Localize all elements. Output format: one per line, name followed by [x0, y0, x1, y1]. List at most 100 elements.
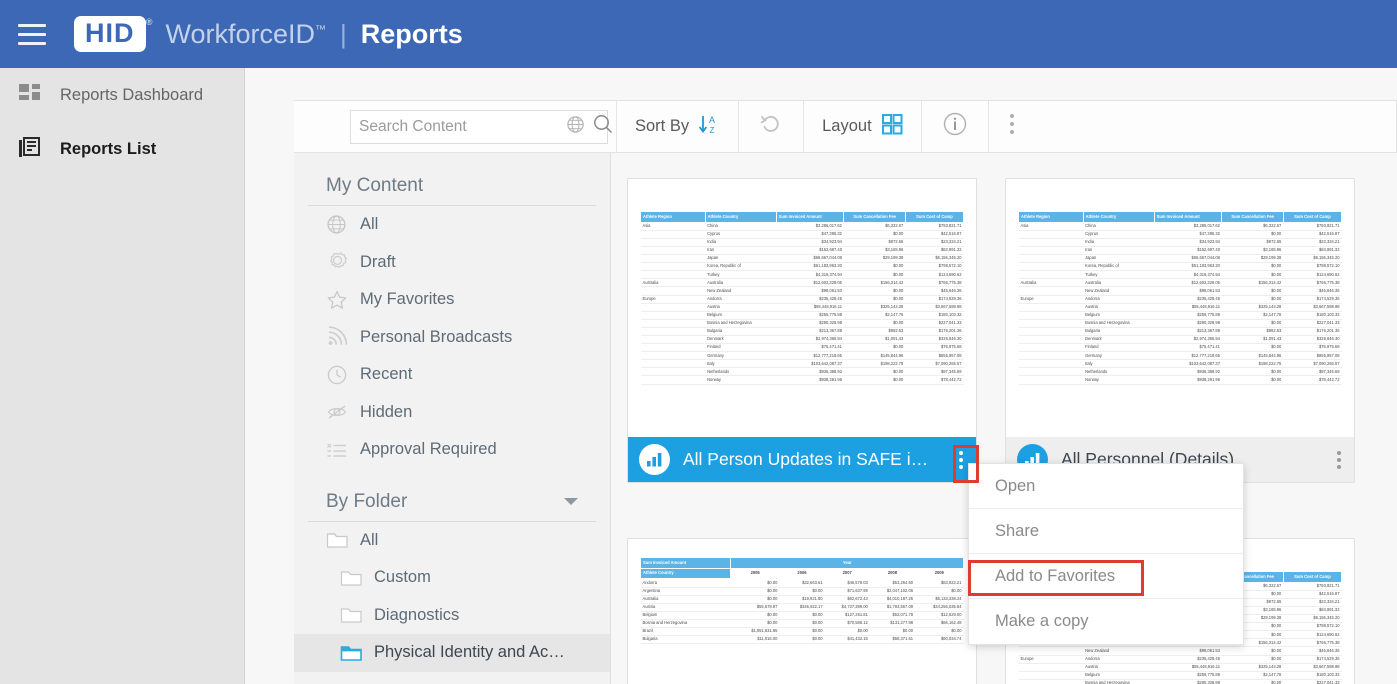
report-card[interactable]: Athlete Region Athlete Country Sum Invoi…: [627, 178, 977, 483]
report-card-kebab-icon[interactable]: [1324, 437, 1354, 482]
table-cell: $0.00: [1221, 295, 1284, 304]
table-cell: $2,147.76: [1221, 311, 1284, 320]
info-button[interactable]: [920, 101, 988, 152]
by-folder-header[interactable]: By Folder: [308, 491, 596, 522]
content-nav-label: Draft: [360, 252, 396, 271]
table-cell: [1018, 246, 1084, 256]
table-cell: $0.00: [730, 578, 780, 588]
context-menu-item-share[interactable]: Share: [969, 509, 1243, 554]
thumbnail-table-body: AsiaChina$3,286,017.62$6,322.67$793,821.…: [640, 222, 964, 385]
table-cell: $76,975.68: [905, 343, 964, 353]
table-row: Belgium $256,775.88 $2,147.76 $180,103.32: [1018, 671, 1342, 680]
context-menu-label: Open: [995, 476, 1036, 495]
table-row: New Zealand $98,061.53 $0.00 $45,646.36: [1018, 286, 1342, 296]
list-icon: [18, 137, 52, 161]
table-cell: Bosnia and Herzegovina: [1083, 319, 1155, 328]
table-cell: $0.00: [779, 619, 825, 628]
reports-page: HID ® WorkforceID™ | Reports Reports Das…: [0, 0, 1397, 684]
table-cell: [640, 335, 706, 345]
sidebar-item-reports-dashboard[interactable]: Reports Dashboard: [0, 68, 244, 122]
sort-by-button[interactable]: Sort By A Z: [616, 101, 738, 152]
folder-item-custom[interactable]: Custom: [294, 559, 610, 597]
th-sum-invoiced-amount: Sum Invoiced Amount: [639, 557, 732, 569]
grid-icon: [881, 113, 903, 140]
table-cell: $176,201.36: [1283, 327, 1342, 337]
table-cell: $855,957.08: [1283, 351, 1342, 361]
table-cell: Bosnia and Herzegovina: [1083, 679, 1155, 684]
context-menu-label: Make a copy: [995, 612, 1089, 630]
table-cell: [1018, 367, 1084, 377]
folder-item-diagnostics[interactable]: Diagnostics: [294, 597, 610, 635]
table-cell: $23,334.21: [905, 238, 964, 247]
content-nav-label: Hidden: [360, 402, 413, 421]
chevron-down-icon[interactable]: [564, 498, 578, 505]
content-nav-item-hidden[interactable]: Hidden: [294, 394, 610, 432]
content-nav-item-draft[interactable]: Draft: [294, 244, 610, 282]
th-year-2006: 2006: [778, 567, 826, 580]
table-cell: $766,775.38: [905, 278, 964, 288]
table-cell: Japan: [1083, 254, 1155, 264]
table-cell: $152,697.40: [1154, 246, 1222, 256]
table-cell: $7,090,265.57: [905, 359, 964, 369]
hamburger-icon[interactable]: [0, 23, 64, 45]
table-cell: $0.00: [843, 367, 906, 377]
sidebar-item-reports-list[interactable]: Reports List: [0, 122, 244, 176]
info-icon: [942, 111, 968, 142]
year-table-header-row-1: Sum Invoiced Amount Year: [639, 557, 964, 569]
layout-button[interactable]: Layout: [803, 101, 921, 152]
table-cell: Korea, Republic of: [705, 262, 777, 272]
search-box[interactable]: [350, 109, 613, 144]
table-cell: $798,572.10: [1283, 622, 1342, 632]
content-nav-item-approval-required[interactable]: Approval Required: [294, 431, 610, 469]
context-menu-item-open[interactable]: Open: [969, 464, 1243, 509]
content-nav-label: My Favorites: [360, 290, 455, 309]
content-nav-item-personal-broadcasts[interactable]: Personal Broadcasts: [294, 319, 610, 357]
folder-item-physical-identity[interactable]: Physical Identity and Ac…: [294, 634, 610, 672]
table-cell: $3,165.96: [843, 246, 906, 256]
content-nav-item-my-favorites[interactable]: My Favorites: [294, 281, 610, 319]
table-row: Belgium $256,775.88 $2,147.76 $180,103.32: [640, 311, 964, 320]
table-cell: $124,690.62: [1283, 270, 1342, 280]
content-nav-label: Recent: [360, 365, 413, 384]
table-cell: $2,147.76: [1221, 671, 1284, 680]
table-cell: [1018, 671, 1084, 680]
table-cell: $47,395.32: [776, 230, 844, 239]
table-cell: Andorra: [640, 578, 731, 588]
table-cell: $793,821.71: [1283, 222, 1342, 231]
hid-logo-text: HID: [85, 17, 135, 48]
table-cell: $12,777,218.65: [776, 351, 844, 361]
search-input[interactable]: [359, 117, 559, 136]
table-row: Australia $0.00 $19,921.80 $62,672.43 $4,010…: [640, 595, 964, 604]
table-cell: [640, 343, 706, 353]
table-row: Belgium $0.00 $0.00 $127,251.81 $62,071.78 $1…: [640, 611, 964, 620]
search-area: [294, 101, 616, 152]
table-cell: $29,199.38: [843, 254, 906, 264]
table-cell: $41,432.16: [824, 635, 870, 645]
folder-label: Custom: [374, 568, 431, 587]
content-nav-item-recent[interactable]: Recent: [294, 356, 610, 394]
globe-icon[interactable]: [566, 115, 585, 139]
checklist-icon: [326, 439, 356, 461]
table-cell: $66,162.48: [915, 619, 964, 628]
th-athlete-country: Athlete Country: [639, 567, 732, 580]
table-cell: $3,165.96: [1221, 246, 1284, 256]
my-content-header: My Content: [308, 175, 596, 206]
table-cell: $45,646.36: [1283, 286, 1342, 296]
table-cell: $45,646.36: [1283, 646, 1342, 656]
table-cell: Bulgaria: [1083, 327, 1155, 337]
more-options-button[interactable]: [987, 101, 1035, 152]
table-row: Netherlands $936,388.92 $0.00 $97,345.69: [640, 367, 964, 377]
table-cell: $0.00: [843, 270, 906, 280]
thumbnail-year-table: Sum Invoiced Amount Year Athlete Country…: [639, 557, 965, 645]
table-cell: $766,775.38: [1283, 278, 1342, 288]
report-card[interactable]: Athlete Region Athlete Country Sum Invoi…: [1005, 178, 1355, 483]
folder-item-all[interactable]: All: [294, 522, 610, 560]
content-nav-item-all[interactable]: All: [294, 206, 610, 244]
context-menu-item-make-a-copy[interactable]: Make a copy: [969, 599, 1243, 644]
table-cell: [1018, 238, 1084, 247]
refresh-button[interactable]: [738, 101, 803, 152]
table-cell: $0.00: [843, 319, 906, 328]
report-card[interactable]: Sum Invoiced Amount Year Athlete Country…: [627, 538, 977, 684]
search-icon[interactable]: [592, 113, 614, 140]
context-menu-item-add-to-favorites[interactable]: Add to Favorites: [969, 554, 1243, 599]
